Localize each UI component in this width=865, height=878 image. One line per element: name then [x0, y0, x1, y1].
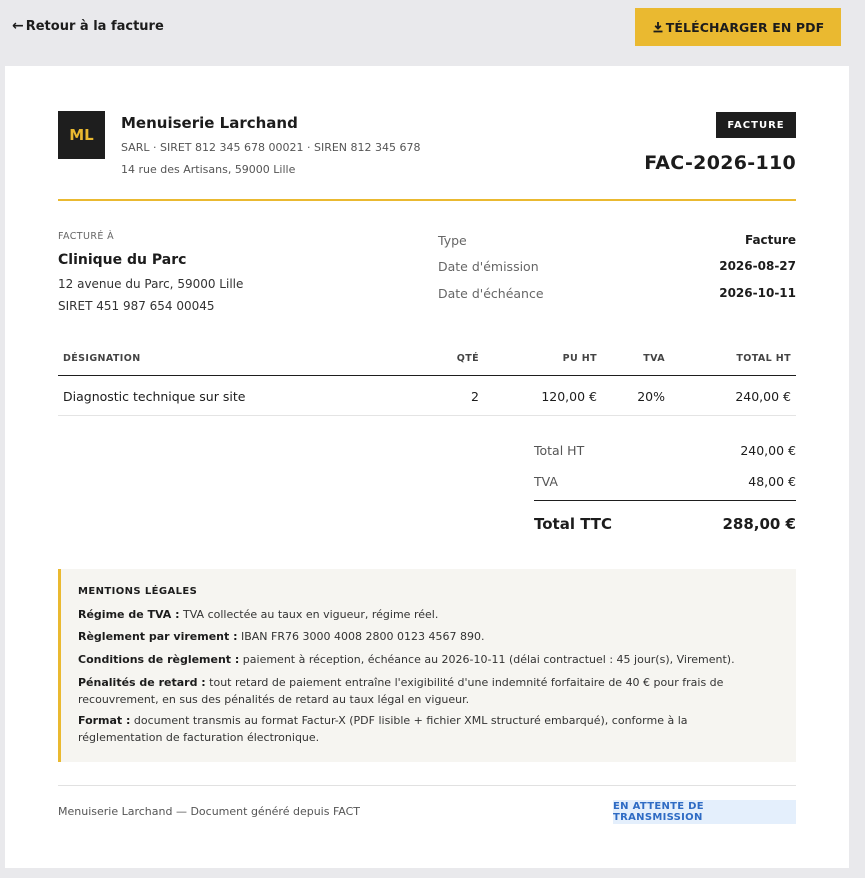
company-address: 14 rue des Artisans, 59000 Lille [121, 163, 296, 176]
meta-type-value: Facture [744, 233, 796, 247]
mention-text: paiement à réception, échéance au 2026-1… [239, 653, 735, 666]
back-link-label: Retour à la facture [25, 18, 164, 34]
meta-due-date-value: 2026-10-11 [719, 286, 796, 300]
company-name: Menuiserie Larchand [121, 114, 298, 132]
total-ttc-label: Total TTC [534, 515, 613, 533]
mention-label: Pénalités de retard : [78, 676, 206, 689]
client-name: Clinique du Parc [58, 252, 187, 268]
invoice-number: FAC-2026-110 [644, 152, 796, 174]
total-vat-label: TVA [534, 474, 558, 489]
meta-issue-date-value: 2026-08-27 [719, 259, 796, 273]
mention-vat-regime: Régime de TVA : TVA collectée au taux en… [78, 606, 758, 623]
document-type-badge: FACTURE [716, 112, 796, 138]
company-logo: ML [58, 111, 105, 159]
mention-label: Format : [78, 714, 131, 727]
download-pdf-label: TÉLÉCHARGER EN PDF [665, 19, 825, 35]
header-divider [58, 199, 796, 201]
totals-divider [534, 500, 796, 501]
meta-type-label: Type [438, 233, 467, 248]
column-header-designation: DÉSIGNATION [63, 353, 141, 364]
mention-text: TVA collectée au taux en vigueur, régime… [179, 608, 439, 621]
billed-to-label: FACTURÉ À [58, 231, 115, 242]
top-toolbar: ← Retour à la facture TÉLÉCHARGER EN PDF [0, 0, 865, 60]
mention-label: Régime de TVA : [78, 608, 180, 621]
company-legal-info: SARL · SIRET 812 345 678 00021 · SIREN 8… [121, 141, 421, 154]
column-header-vat: TVA [643, 353, 665, 364]
row-total: 240,00 € [735, 389, 791, 404]
client-address: 12 avenue du Parc, 59000 Lille [58, 277, 244, 291]
total-ttc-value: 288,00 € [722, 515, 796, 533]
column-header-unit-price: PU HT [562, 353, 597, 364]
legal-mentions-box: MENTIONS LÉGALES Régime de TVA : TVA col… [58, 569, 796, 762]
mention-text: document transmis au format Factur-X (PD… [78, 714, 688, 744]
meta-issue-date-label: Date d'émission [438, 259, 539, 274]
download-pdf-button[interactable]: TÉLÉCHARGER EN PDF [635, 8, 841, 46]
meta-due-date-label: Date d'échéance [438, 286, 544, 301]
transmission-status-badge: EN ATTENTE DE TRANSMISSION [613, 800, 796, 824]
back-to-invoice-link[interactable]: ← Retour à la facture [12, 18, 164, 34]
table-header-divider [58, 375, 796, 376]
row-vat: 20% [637, 389, 665, 404]
footer-text: Menuiserie Larchand — Document généré de… [58, 805, 361, 818]
mention-late-penalties: Pénalités de retard : tout retard de pai… [78, 674, 758, 708]
mention-text: IBAN FR76 3000 4008 2800 0123 4567 890. [237, 630, 485, 643]
table-row-divider [58, 415, 796, 416]
mention-label: Conditions de règlement : [78, 653, 240, 666]
mention-bank-transfer: Règlement par virement : IBAN FR76 3000 … [78, 628, 758, 645]
column-header-total: TOTAL HT [736, 353, 791, 364]
column-header-qty: QTÉ [456, 353, 479, 364]
legal-mentions-title: MENTIONS LÉGALES [78, 586, 198, 597]
row-unit-price: 120,00 € [541, 389, 597, 404]
total-ht-label: Total HT [534, 443, 585, 458]
row-designation: Diagnostic technique sur site [63, 389, 246, 404]
total-ht-value: 240,00 € [740, 443, 796, 458]
mention-format: Format : document transmis au format Fac… [78, 712, 758, 746]
mention-label: Règlement par virement : [78, 630, 238, 643]
row-qty: 2 [471, 389, 479, 404]
footer-divider [58, 785, 796, 786]
arrow-left-icon: ← [12, 18, 24, 34]
client-siret: SIRET 451 987 654 00045 [58, 299, 215, 313]
download-icon [653, 22, 663, 33]
invoice-document: ML Menuiserie Larchand SARL · SIRET 812 … [5, 66, 849, 868]
mention-payment-terms: Conditions de règlement : paiement à réc… [78, 651, 758, 668]
total-vat-value: 48,00 € [748, 474, 796, 489]
